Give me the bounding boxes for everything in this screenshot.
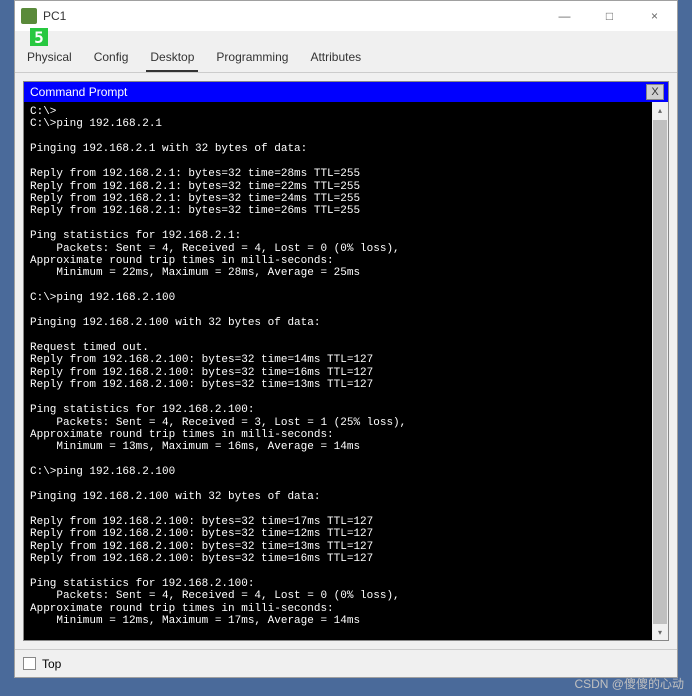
footer: Top — [15, 649, 677, 677]
top-label: Top — [42, 657, 61, 671]
scroll-thumb[interactable] — [653, 120, 667, 640]
overlay-badge — [30, 28, 48, 46]
tabs-bar: Physical Config Desktop Programming Attr… — [15, 31, 677, 73]
tab-desktop[interactable]: Desktop — [146, 46, 198, 72]
tab-config[interactable]: Config — [90, 46, 133, 72]
terminal-output[interactable]: C:\> C:\>ping 192.168.2.1 Pinging 192.16… — [24, 102, 668, 640]
minimize-button[interactable]: — — [542, 1, 587, 31]
tab-attributes[interactable]: Attributes — [306, 46, 365, 72]
terminal-wrap: C:\> C:\>ping 192.168.2.1 Pinging 192.16… — [24, 102, 668, 640]
scrollbar[interactable]: ▴ ▾ — [652, 102, 668, 640]
window-title: PC1 — [43, 9, 66, 23]
command-prompt-close-button[interactable]: X — [646, 84, 664, 100]
titlebar[interactable]: PC1 — □ × — [15, 1, 677, 31]
title-left: PC1 — [21, 8, 66, 24]
app-window: PC1 — □ × Physical Config Desktop Progra… — [14, 0, 678, 678]
tab-programming[interactable]: Programming — [212, 46, 292, 72]
watermark: CSDN @傻傻的心动 — [574, 675, 684, 692]
content-area: Command Prompt X C:\> C:\>ping 192.168.2… — [15, 73, 677, 649]
scroll-down-button[interactable]: ▾ — [652, 624, 668, 640]
top-checkbox[interactable] — [23, 657, 36, 670]
maximize-button[interactable]: □ — [587, 1, 632, 31]
tab-physical[interactable]: Physical — [23, 46, 76, 72]
command-prompt-window: Command Prompt X C:\> C:\>ping 192.168.2… — [23, 81, 669, 641]
close-button[interactable]: × — [632, 1, 677, 31]
window-controls: — □ × — [542, 1, 677, 31]
app-icon — [21, 8, 37, 24]
scroll-up-button[interactable]: ▴ — [652, 102, 668, 118]
command-prompt-title: Command Prompt — [30, 85, 127, 99]
command-prompt-header[interactable]: Command Prompt X — [24, 82, 668, 102]
